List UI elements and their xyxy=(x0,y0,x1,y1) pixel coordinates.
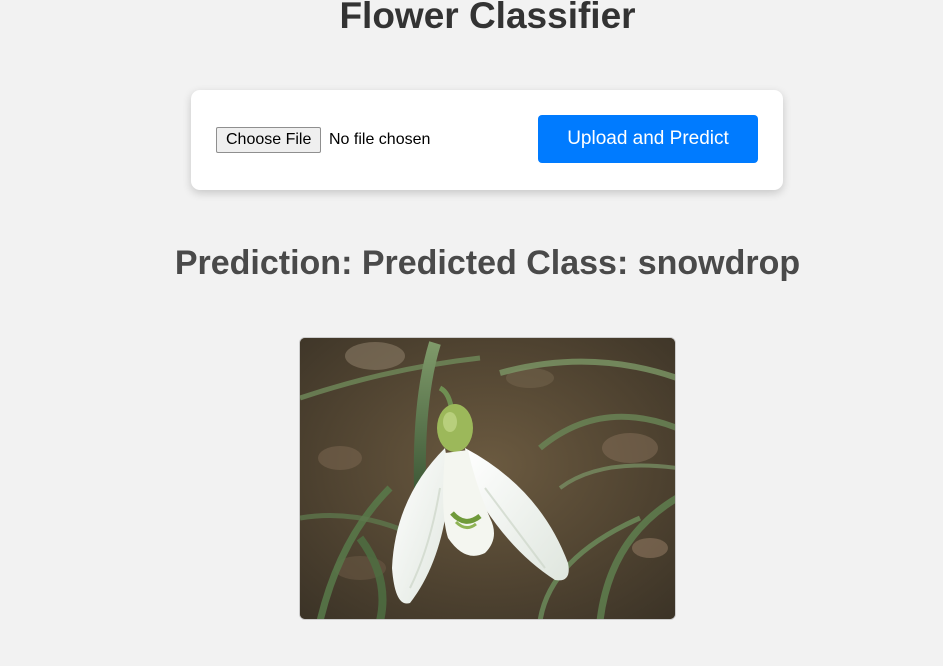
page: Flower Classifier Choose File No file ch… xyxy=(0,0,943,666)
page-title: Flower Classifier xyxy=(339,0,636,36)
flower-image xyxy=(299,337,676,620)
file-status-text: No file chosen xyxy=(329,131,431,148)
upload-card: Choose File No file chosen Upload and Pr… xyxy=(191,90,783,190)
prediction-result: Prediction: Predicted Class: snowdrop xyxy=(174,244,801,282)
upload-predict-button[interactable]: Upload and Predict xyxy=(538,115,758,163)
snowdrop-photo xyxy=(300,338,675,619)
choose-file-button[interactable]: Choose File xyxy=(216,127,322,153)
